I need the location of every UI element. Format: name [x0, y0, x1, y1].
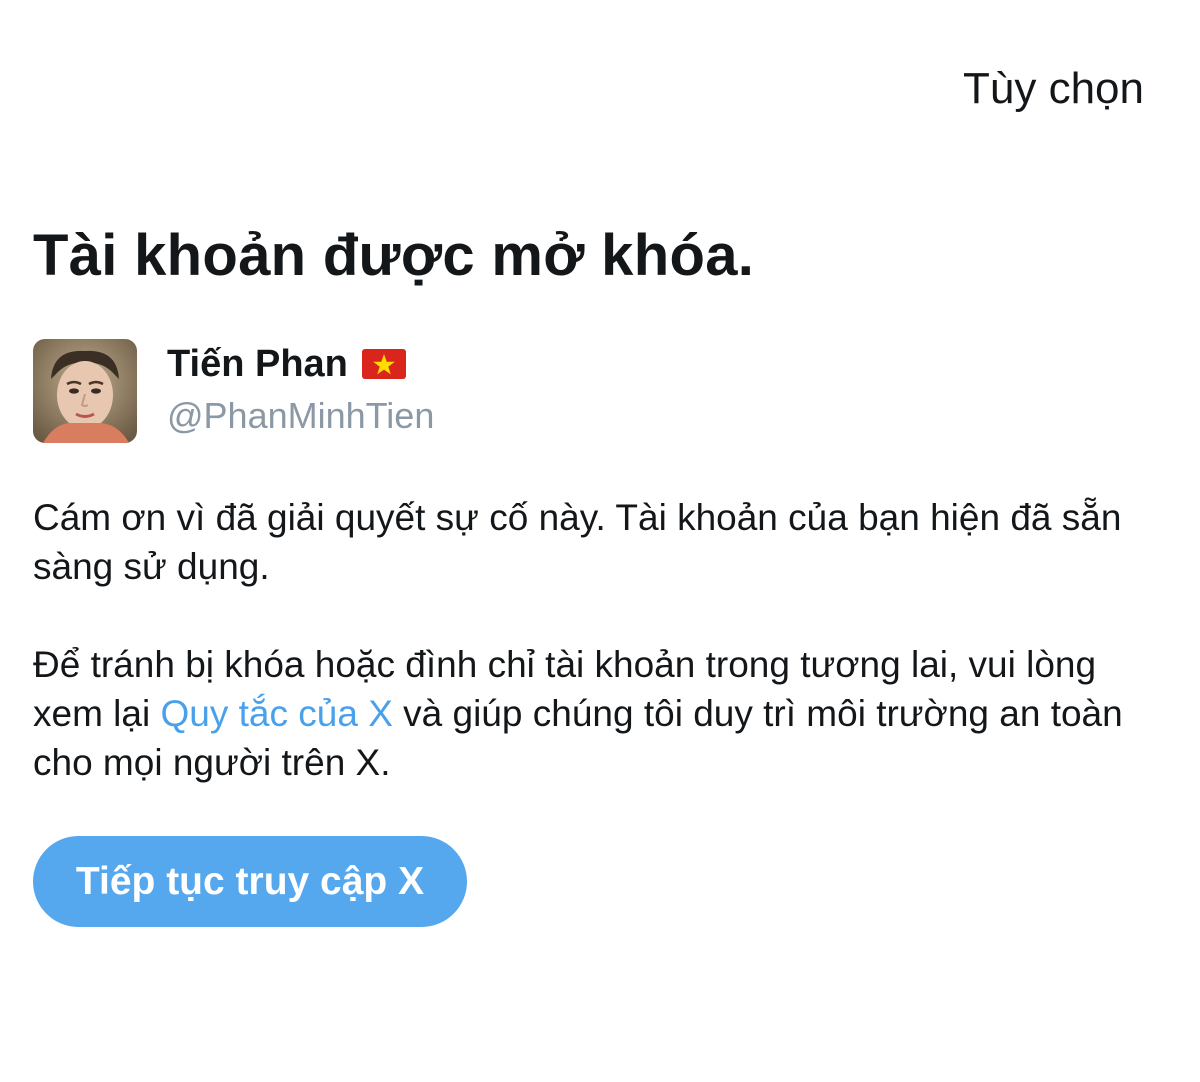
- avatar-image: [33, 339, 137, 443]
- account-profile: Tiến Phan @PhanMinhTien: [33, 339, 434, 443]
- confirmation-message: Cám ơn vì đã giải quyết sự cố này. Tài k…: [33, 497, 1122, 587]
- account-handle: @PhanMinhTien: [167, 395, 435, 436]
- options-link[interactable]: Tùy chọn: [963, 64, 1144, 114]
- avatar: [33, 339, 137, 443]
- page-title: Tài khoản được mở khóa.: [33, 223, 755, 288]
- vietnam-flag-icon: [361, 349, 406, 379]
- display-name: Tiến Phan: [167, 342, 348, 385]
- guidance-message: Để tránh bị khóa hoặc đình chỉ tài khoản…: [33, 640, 1173, 787]
- x-rules-link[interactable]: Quy tắc của X: [160, 693, 392, 734]
- continue-to-x-button[interactable]: Tiếp tục truy cập X: [33, 836, 467, 927]
